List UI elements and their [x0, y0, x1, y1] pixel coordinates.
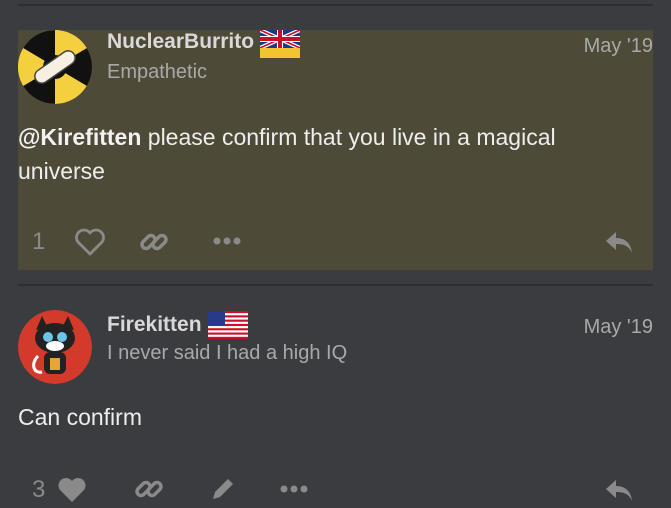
cat-avatar — [18, 310, 92, 384]
post-body: Can confirm — [18, 404, 142, 430]
post-divider — [18, 284, 653, 286]
uk-flag-icon — [259, 28, 301, 63]
post-username[interactable]: NuclearBurrito — [107, 30, 254, 54]
user-title: I never said I had a high IQ — [107, 342, 348, 364]
link-icon[interactable] — [139, 227, 169, 257]
reply-icon[interactable] — [604, 230, 634, 256]
heart-icon[interactable] — [75, 228, 105, 256]
top-divider — [18, 4, 653, 6]
post-body: @Kirefitten please confirm that you live… — [18, 120, 618, 188]
reply-icon[interactable] — [604, 478, 634, 504]
post: Firekitten I never said I had a high IQ … — [18, 310, 653, 503]
user-mention[interactable]: @Kirefitten — [18, 124, 141, 150]
more-options-icon[interactable] — [280, 485, 308, 493]
post-username[interactable]: Firekitten — [107, 313, 202, 337]
post-actions: 1 — [18, 222, 653, 262]
post-highlighted: NuclearBurrito Empathetic May '19 @Kiref… — [18, 28, 653, 270]
like-count[interactable]: 1 — [32, 228, 45, 256]
radiation-burrito-avatar — [18, 30, 92, 104]
post-date[interactable]: May '19 — [584, 316, 653, 339]
user-avatar[interactable] — [18, 310, 92, 384]
post-date[interactable]: May '19 — [584, 35, 653, 58]
more-options-icon[interactable] — [213, 237, 241, 245]
us-flag-icon — [208, 311, 248, 344]
user-avatar[interactable] — [18, 30, 92, 104]
post-actions: 3 — [18, 468, 653, 508]
user-title: Empathetic — [107, 61, 208, 83]
